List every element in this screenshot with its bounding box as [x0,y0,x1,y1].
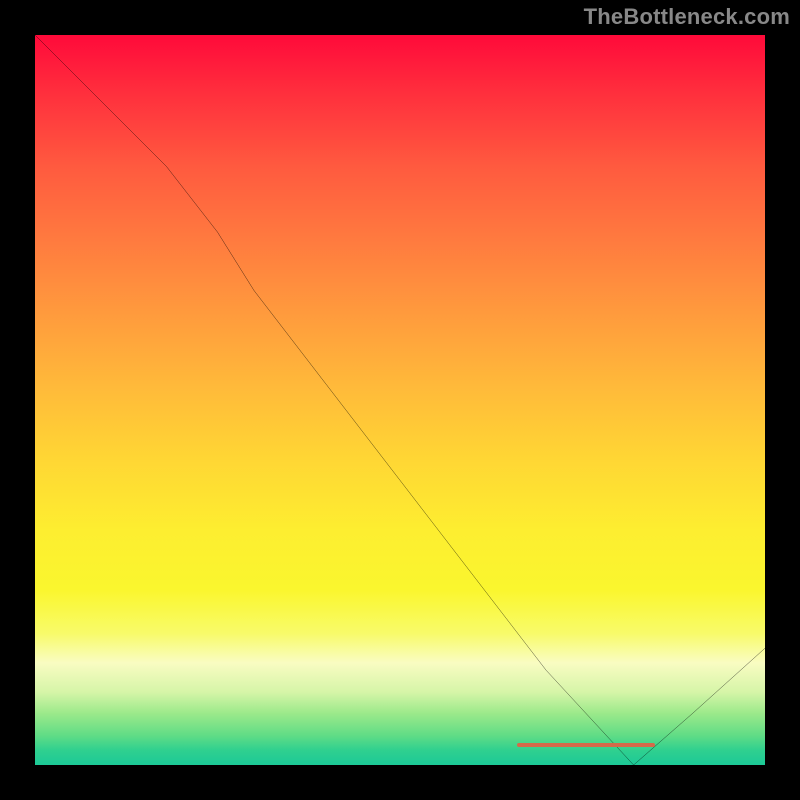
plot-area [35,35,765,765]
watermark-text: TheBottleneck.com [584,4,790,30]
chart-container: TheBottleneck.com [0,0,800,800]
data-line [35,35,765,765]
line-plot-svg [35,35,765,765]
highlight-strip [517,743,656,747]
